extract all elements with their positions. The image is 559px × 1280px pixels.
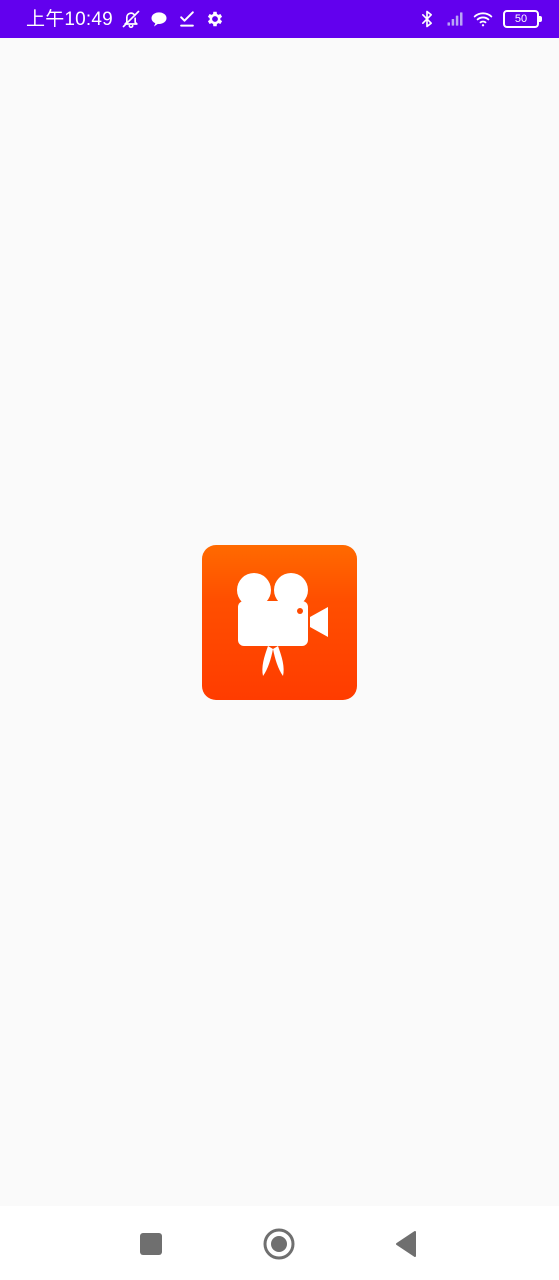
bluetooth-icon [417, 9, 437, 29]
alarm-off-icon [121, 9, 141, 29]
back-triangle-icon [396, 1231, 416, 1257]
settings-gear-icon [205, 9, 225, 29]
movie-camera-icon [237, 573, 328, 676]
splash-screen: 上午10:49 50 [0, 0, 559, 1280]
status-time: 上午10:49 [26, 8, 113, 30]
status-bar-right: 50 [417, 9, 542, 29]
recents-square-icon [140, 1233, 162, 1255]
cellular-signal-icon [445, 9, 465, 29]
status-bar: 上午10:49 50 [0, 0, 559, 38]
back-button[interactable] [386, 1224, 426, 1264]
checklist-icon [177, 9, 197, 29]
recents-button[interactable] [131, 1224, 171, 1264]
home-button[interactable] [259, 1224, 299, 1264]
wifi-icon [473, 9, 493, 29]
battery-icon: 50 [503, 10, 542, 28]
home-circle-icon [263, 1228, 295, 1260]
chat-bubble-icon [149, 9, 169, 29]
navigation-bar [0, 1206, 559, 1280]
status-bar-left: 上午10:49 [26, 9, 225, 29]
app-logo [202, 545, 357, 700]
